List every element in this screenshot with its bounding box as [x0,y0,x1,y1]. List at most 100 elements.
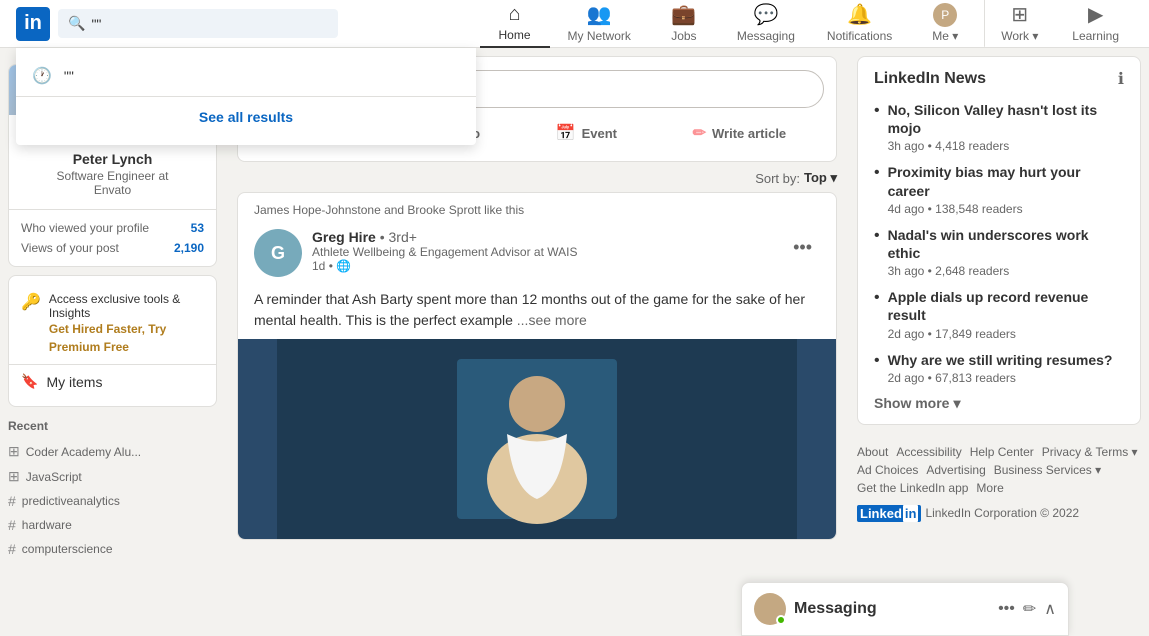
footer-advertising[interactable]: Advertising [926,463,985,477]
nav-label-learning: Learning [1072,29,1119,43]
who-viewed-stat[interactable]: Who viewed your profile 53 [21,218,204,238]
event-action[interactable]: 📅 Event [546,117,627,149]
messaging-widget: Messaging ••• ✏ ∧ [741,582,1069,636]
show-more-button[interactable]: Show more ▾ [874,395,1124,412]
nav-item-network[interactable]: 👥 My Network [554,0,645,48]
news-meta-4: 2d ago • 67,813 readers [888,371,1113,385]
chevron-down-icon: ▾ [953,395,960,412]
news-headline-3[interactable]: Apple dials up record revenue result [888,288,1124,324]
footer-app[interactable]: Get the LinkedIn app [857,481,968,495]
nav-label-home: Home [499,28,531,42]
news-headline-0[interactable]: No, Silicon Valley hasn't lost its mojo [888,101,1124,137]
article-action[interactable]: ✏ Write article [683,117,797,149]
post-author-name[interactable]: Greg Hire • 3rd+ [312,229,775,245]
sort-dropdown[interactable]: Top ▾ [804,170,837,186]
bullet-icon-1: • [874,164,880,182]
post-header: G Greg Hire • 3rd+ Athlete Wellbeing & E… [238,221,836,285]
sort-label: Sort by: [755,171,800,186]
post-meta: Greg Hire • 3rd+ Athlete Wellbeing & Eng… [312,229,775,273]
footer-business[interactable]: Business Services ▾ [994,463,1101,477]
online-indicator [776,615,786,625]
messaging-options-button[interactable]: ••• [998,600,1015,618]
nav-item-messaging[interactable]: 💬 Messaging [723,0,809,48]
footer-accessibility[interactable]: Accessibility [896,445,961,459]
news-content-1: Proximity bias may hurt your career 4d a… [888,163,1124,215]
search-bar[interactable]: 🔍 [58,9,338,38]
news-title: LinkedIn News [874,70,986,88]
footer-ad-choices[interactable]: Ad Choices [857,463,918,477]
nav-item-notifications[interactable]: 🔔 Notifications [813,0,906,48]
views-stat[interactable]: Views of your post 2,190 [21,238,204,258]
bullet-icon-2: • [874,227,880,245]
news-headline-1[interactable]: Proximity bias may hurt your career [888,163,1124,199]
news-item-4: • Why are we still writing resumes? 2d a… [874,351,1124,385]
news-content-3: Apple dials up record revenue result 2d … [888,288,1124,340]
bookmark-icon: 🔖 [21,373,38,390]
feed-sort: Sort by: Top ▾ [237,170,837,186]
nav-label-messaging: Messaging [737,29,795,43]
bullet-icon-4: • [874,352,880,370]
recent-item-javascript[interactable]: ⊞ JavaScript [8,464,217,489]
group-icon: ⊞ [8,443,20,460]
premium-promo[interactable]: 🔑 Access exclusive tools & Insights Get … [9,284,216,364]
see-more-button[interactable]: ...see more [517,312,587,328]
post-body: A reminder that Ash Barty spent more tha… [238,285,836,339]
recent-item-computerscience[interactable]: # computerscience [8,537,217,561]
premium-section: 🔑 Access exclusive tools & Insights Get … [8,275,217,407]
premium-text: Access exclusive tools & Insights [49,292,204,320]
footer-privacy[interactable]: Privacy & Terms ▾ [1042,445,1138,459]
search-recent-item[interactable]: 🕐 "" [16,56,476,96]
news-item-1: • Proximity bias may hurt your career 4d… [874,163,1124,215]
profile-stats: Who viewed your profile 53 Views of your… [9,210,216,266]
nav-item-learning[interactable]: ▶ Learning [1058,0,1133,48]
footer-about[interactable]: About [857,445,888,459]
nav-items: ⌂ Home 👥 My Network 💼 Jobs 💬 Messaging 🔔… [480,0,1133,48]
post-author-avatar[interactable]: G [254,229,302,277]
nav-label-notifications: Notifications [827,29,892,43]
post-time: 1d • 🌐 [312,259,775,273]
messaging-header[interactable]: Messaging ••• ✏ ∧ [742,583,1068,635]
group-icon-2: ⊞ [8,468,20,485]
nav-label-work: Work ▾ [1001,29,1038,43]
recent-section: Recent ⊞ Coder Academy Alu... ⊞ JavaScri… [8,415,217,561]
search-input[interactable] [91,16,328,32]
info-icon[interactable]: ℹ [1118,69,1124,89]
post-more-button[interactable]: ••• [785,229,820,266]
news-meta-2: 3h ago • 2,648 readers [888,264,1124,278]
linkedin-logo[interactable]: in [16,7,50,41]
news-item-0: • No, Silicon Valley hasn't lost its moj… [874,101,1124,153]
post-activity: James Hope-Johnstone and Brooke Sprott l… [238,193,836,221]
recent-item-predictiveanalytics[interactable]: # predictiveanalytics [8,489,217,513]
profile-title: Software Engineer at Envato [9,169,216,209]
nav-item-work[interactable]: ⊞ Work ▾ [984,0,1054,48]
news-headline-2[interactable]: Nadal's win underscores work ethic [888,226,1124,262]
premium-link[interactable]: Get Hired Faster, Try Premium Free [49,322,166,354]
see-all-results-button[interactable]: See all results [16,96,476,137]
post-subtitle: Athlete Wellbeing & Engagement Advisor a… [312,245,775,259]
profile-name[interactable]: Peter Lynch [9,151,216,169]
event-icon: 📅 [556,123,576,143]
search-dropdown: 🕐 "" See all results [16,48,476,145]
learning-icon: ▶ [1088,2,1103,27]
news-content-0: No, Silicon Valley hasn't lost its mojo … [888,101,1124,153]
news-headline-4[interactable]: Why are we still writing resumes? [888,351,1113,369]
footer-more[interactable]: More [976,481,1003,495]
nav-item-me[interactable]: P Me ▾ [910,0,980,48]
recent-item-hardware[interactable]: # hardware [8,513,217,537]
linkedin-footer-logo: Linkedin LinkedIn Corporation © 2022 [857,505,1079,522]
footer-links: About Accessibility Help Center Privacy … [857,433,1141,534]
collapse-messaging-button[interactable]: ∧ [1044,599,1056,619]
recent-item-coder[interactable]: ⊞ Coder Academy Alu... [8,439,217,464]
notifications-icon: 🔔 [847,2,872,27]
compose-message-button[interactable]: ✏ [1023,599,1036,619]
home-icon: ⌂ [508,3,520,26]
nav-item-jobs[interactable]: 💼 Jobs [649,0,719,48]
hash-icon-2: # [8,517,16,533]
my-items-button[interactable]: 🔖 My items [9,365,216,398]
nav-item-home[interactable]: ⌂ Home [480,0,550,48]
jobs-icon: 💼 [671,2,696,27]
messaging-actions: ••• ✏ ∧ [998,599,1056,619]
footer-help[interactable]: Help Center [970,445,1034,459]
messaging-title: Messaging [794,600,877,618]
top-nav: in 🔍 ⌂ Home 👥 My Network 💼 Jobs 💬 Messag… [0,0,1149,48]
